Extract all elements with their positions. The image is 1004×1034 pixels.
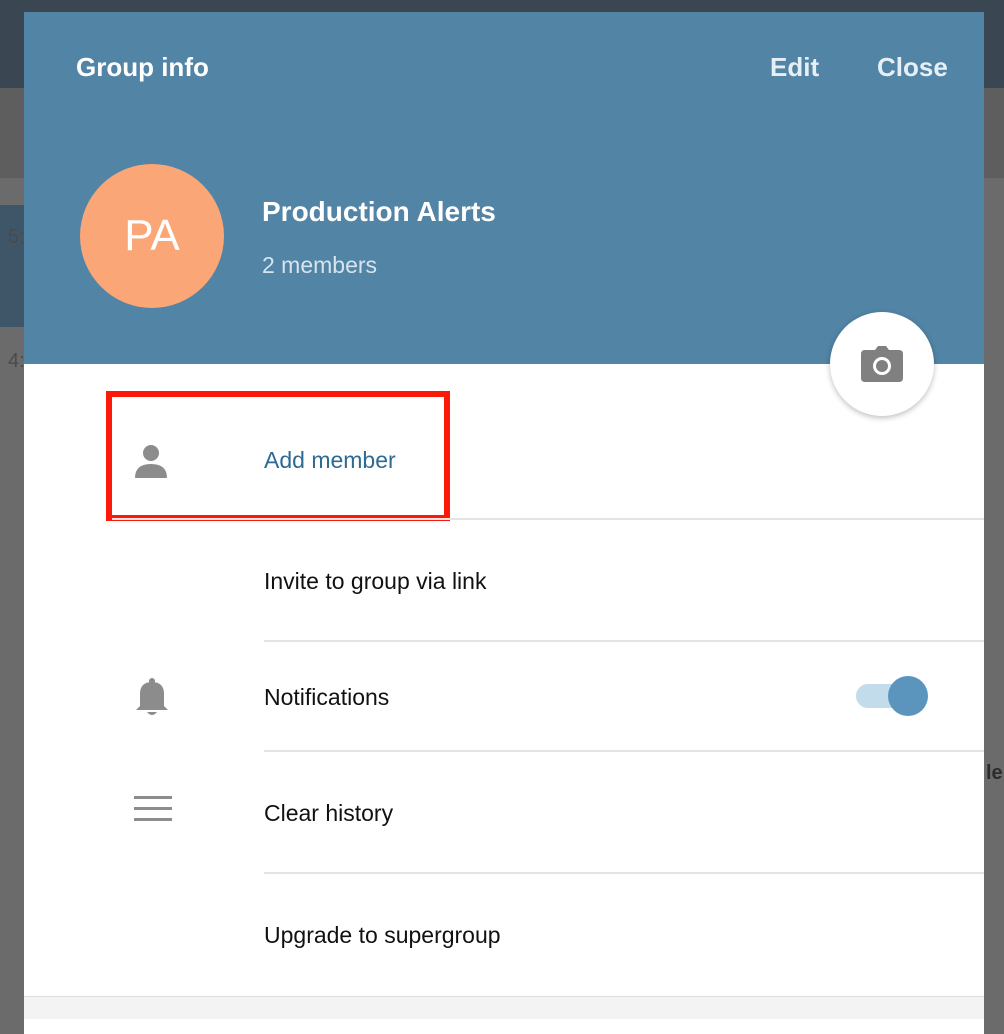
avatar-initials: PA (124, 211, 180, 260)
notifications-label: Notifications (264, 684, 390, 710)
background-text-fragment: le (986, 762, 1003, 784)
menu-lines-icon (134, 796, 172, 827)
clear-history-row[interactable]: Clear history (24, 752, 984, 872)
invite-link-row[interactable]: Invite to group via link (24, 520, 984, 640)
group-name: Production Alerts (262, 196, 496, 227)
highlight-box (106, 391, 450, 521)
close-button[interactable]: Close (877, 52, 948, 83)
background-text-fragment: 4: (8, 350, 25, 372)
section-separator (24, 996, 984, 1019)
upgrade-label: Upgrade to supergroup (264, 922, 501, 948)
edit-button[interactable]: Edit (770, 52, 819, 83)
toggle-knob (888, 676, 928, 716)
bell-icon (134, 678, 170, 723)
notifications-toggle[interactable] (856, 676, 928, 716)
dialog-header: Group info Edit Close PA Production Aler… (24, 12, 984, 364)
upgrade-row[interactable]: Upgrade to supergroup (24, 874, 984, 994)
clear-history-label: Clear history (264, 800, 394, 826)
invite-link-label: Invite to group via link (264, 568, 487, 594)
group-info-dialog: Group info Edit Close PA Production Aler… (24, 12, 984, 1034)
notifications-row[interactable]: Notifications (24, 642, 984, 750)
camera-icon (861, 346, 903, 382)
background-text-fragment: 5: (8, 226, 25, 248)
group-avatar: PA (80, 164, 224, 308)
dialog-title: Group info (76, 52, 209, 82)
member-count: 2 members (262, 252, 378, 278)
